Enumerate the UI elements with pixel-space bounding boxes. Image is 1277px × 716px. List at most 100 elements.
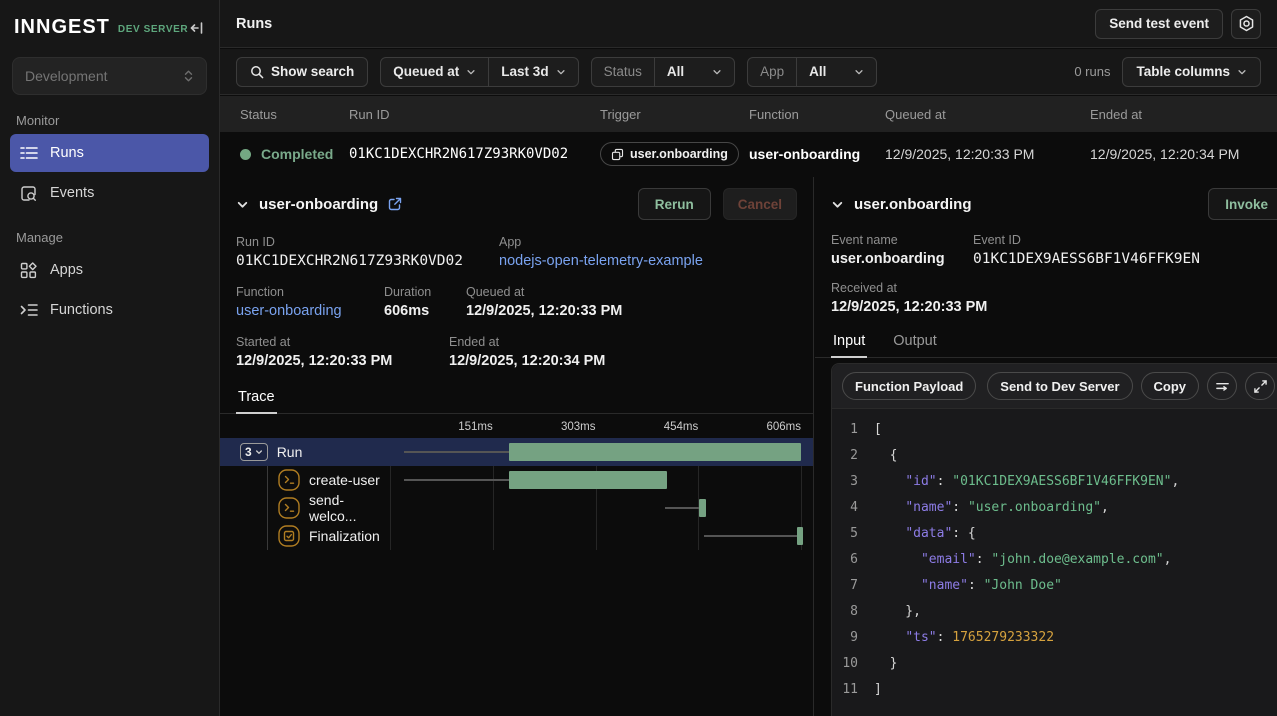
settings-button[interactable] <box>1231 9 1261 39</box>
trace-delay-line <box>704 535 796 537</box>
code-content: [ <box>874 417 882 443</box>
tick-label: 151ms <box>458 421 493 433</box>
payload-code-editor[interactable]: 1[2 {3 "id": "01KC1DEX9AESS6BF1V46FFK9EN… <box>832 409 1277 716</box>
trace-row-label: Finalization <box>309 528 380 544</box>
code-content: "id": "01KC1DEX9AESS6BF1V46FFK9EN", <box>874 469 1179 495</box>
show-search-button[interactable]: Show search <box>236 57 368 87</box>
chevron-down-icon <box>854 67 864 77</box>
queued-at-cell: 12/9/2025, 12:20:33 PM <box>885 146 1090 162</box>
column-header-function: Function <box>749 107 885 122</box>
tab-trace[interactable]: Trace <box>236 385 277 414</box>
chevron-down-icon <box>466 67 476 77</box>
table-columns-button[interactable]: Table columns <box>1122 57 1261 87</box>
code-content: "data": { <box>874 521 976 547</box>
app-link[interactable]: nodejs-open-telemetry-example <box>499 253 703 269</box>
step-icon <box>278 497 300 519</box>
tick-label: 454ms <box>664 421 699 433</box>
column-header-status: Status <box>220 107 349 122</box>
sidebar-item-label: Runs <box>50 145 84 161</box>
sidebar-item-label: Events <box>50 185 94 201</box>
column-header-queued-at: Queued at <box>885 107 1090 122</box>
line-number: 1 <box>832 417 874 443</box>
payload-header: Function Payload Send to Dev Server Copy <box>832 364 1277 409</box>
code-line: 4 "name": "user.onboarding", <box>832 495 1277 521</box>
code-content: ] <box>874 677 882 703</box>
copy-button[interactable]: Copy <box>1141 372 1200 400</box>
function-cell: user-onboarding <box>749 146 885 162</box>
time-range-dropdown[interactable]: Last 3d <box>488 58 577 86</box>
event-id-label: Event ID <box>973 233 1200 247</box>
sidebar-collapse-icon[interactable] <box>189 20 205 36</box>
code-line: 1[ <box>832 417 1277 443</box>
cancel-button[interactable]: Cancel <box>723 188 797 220</box>
payload-container: Function Payload Send to Dev Server Copy <box>831 363 1277 716</box>
sidebar-item-runs[interactable]: Runs <box>10 134 209 172</box>
function-link[interactable]: user-onboarding <box>236 303 384 319</box>
environment-selector[interactable]: Development <box>12 57 207 95</box>
collapse-event-chevron-icon[interactable] <box>831 198 844 211</box>
filter-bar: Show search Queued at Last 3d Status All <box>220 49 1277 95</box>
trace-row-track <box>390 494 801 522</box>
code-content: "email": "john.doe@example.com", <box>874 547 1171 573</box>
invoke-button[interactable]: Invoke <box>1208 188 1277 220</box>
trace-row-label: send-welco... <box>309 492 390 524</box>
dev-server-badge: DEV SERVER <box>118 24 188 35</box>
inngest-dev-server-app: INNGEST DEV SERVER Development Monitor <box>0 0 1277 716</box>
trace-duration-bar <box>699 499 706 517</box>
line-number: 8 <box>832 599 874 625</box>
ended-at-value: 12/9/2025, 12:20:34 PM <box>449 353 605 369</box>
inngest-logo: INNGEST <box>14 16 110 39</box>
run-title: user-onboarding <box>259 196 378 213</box>
trace-row[interactable]: create-user <box>220 466 813 494</box>
app-filter-dropdown[interactable]: All <box>796 58 876 86</box>
environment-label: Development <box>25 68 108 84</box>
send-to-dev-server-button[interactable]: Send to Dev Server <box>987 372 1132 400</box>
sidebar-item-apps[interactable]: Apps <box>10 251 209 289</box>
tab-input[interactable]: Input <box>831 329 867 358</box>
queued-at-label: Queued at <box>466 285 622 299</box>
expand-button[interactable] <box>1245 372 1275 400</box>
sidebar-section-manage: Manage <box>16 230 219 245</box>
trace-row-track <box>390 438 801 466</box>
tab-output[interactable]: Output <box>891 329 939 358</box>
status-filter-dropdown[interactable]: All <box>654 58 734 86</box>
word-wrap-button[interactable] <box>1207 372 1237 400</box>
event-id-value: 01KC1DEX9AESS6BF1V46FFK9EN <box>973 251 1200 267</box>
sidebar-item-functions[interactable]: Functions <box>10 291 209 329</box>
status-filter-label: Status <box>592 58 654 86</box>
trace-duration-bar <box>797 527 803 545</box>
run-details-panel: user-onboarding Rerun Cancel Run ID 01KC… <box>220 177 814 716</box>
time-filter-group: Queued at Last 3d <box>380 57 578 87</box>
trace-duration-bar <box>509 471 667 489</box>
trace-row-name: 3Run <box>220 443 390 461</box>
external-link-icon[interactable] <box>388 197 402 211</box>
trace-row-track <box>390 466 801 494</box>
collapse-run-chevron-icon[interactable] <box>236 198 249 211</box>
line-number: 7 <box>832 573 874 599</box>
column-header-trigger: Trigger <box>600 107 749 122</box>
send-test-event-button[interactable]: Send test event <box>1095 9 1223 39</box>
line-number: 5 <box>832 521 874 547</box>
trace-row-track <box>390 522 801 550</box>
code-content: "name": "John Doe" <box>874 573 1062 599</box>
time-field-dropdown[interactable]: Queued at <box>381 58 488 86</box>
trigger-pill[interactable]: user.onboarding <box>600 142 739 166</box>
word-wrap-icon <box>1215 379 1230 394</box>
chevron-updown-icon <box>183 69 194 83</box>
sidebar-item-label: Functions <box>50 302 113 318</box>
line-number: 2 <box>832 443 874 469</box>
trace-row[interactable]: Finalization <box>220 522 813 550</box>
table-row[interactable]: Completed 01KC1DEXCHR2N617Z93RK0VD02 use… <box>220 132 1277 176</box>
trace-row[interactable]: send-welco... <box>220 494 813 522</box>
started-at-value: 12/9/2025, 12:20:33 PM <box>236 353 449 369</box>
sidebar-item-events[interactable]: Events <box>10 174 209 212</box>
app-filter-label: App <box>748 58 796 86</box>
trace-expand-badge[interactable]: 3 <box>240 443 268 461</box>
trace-row-name: create-user <box>220 469 390 491</box>
expand-icon <box>1254 380 1267 393</box>
trace-row-name: Finalization <box>220 525 390 547</box>
rerun-button[interactable]: Rerun <box>638 188 711 220</box>
event-name-value: user.onboarding <box>831 251 973 267</box>
trace-duration-bar <box>509 443 801 461</box>
trace-row[interactable]: 3Run <box>220 438 813 466</box>
